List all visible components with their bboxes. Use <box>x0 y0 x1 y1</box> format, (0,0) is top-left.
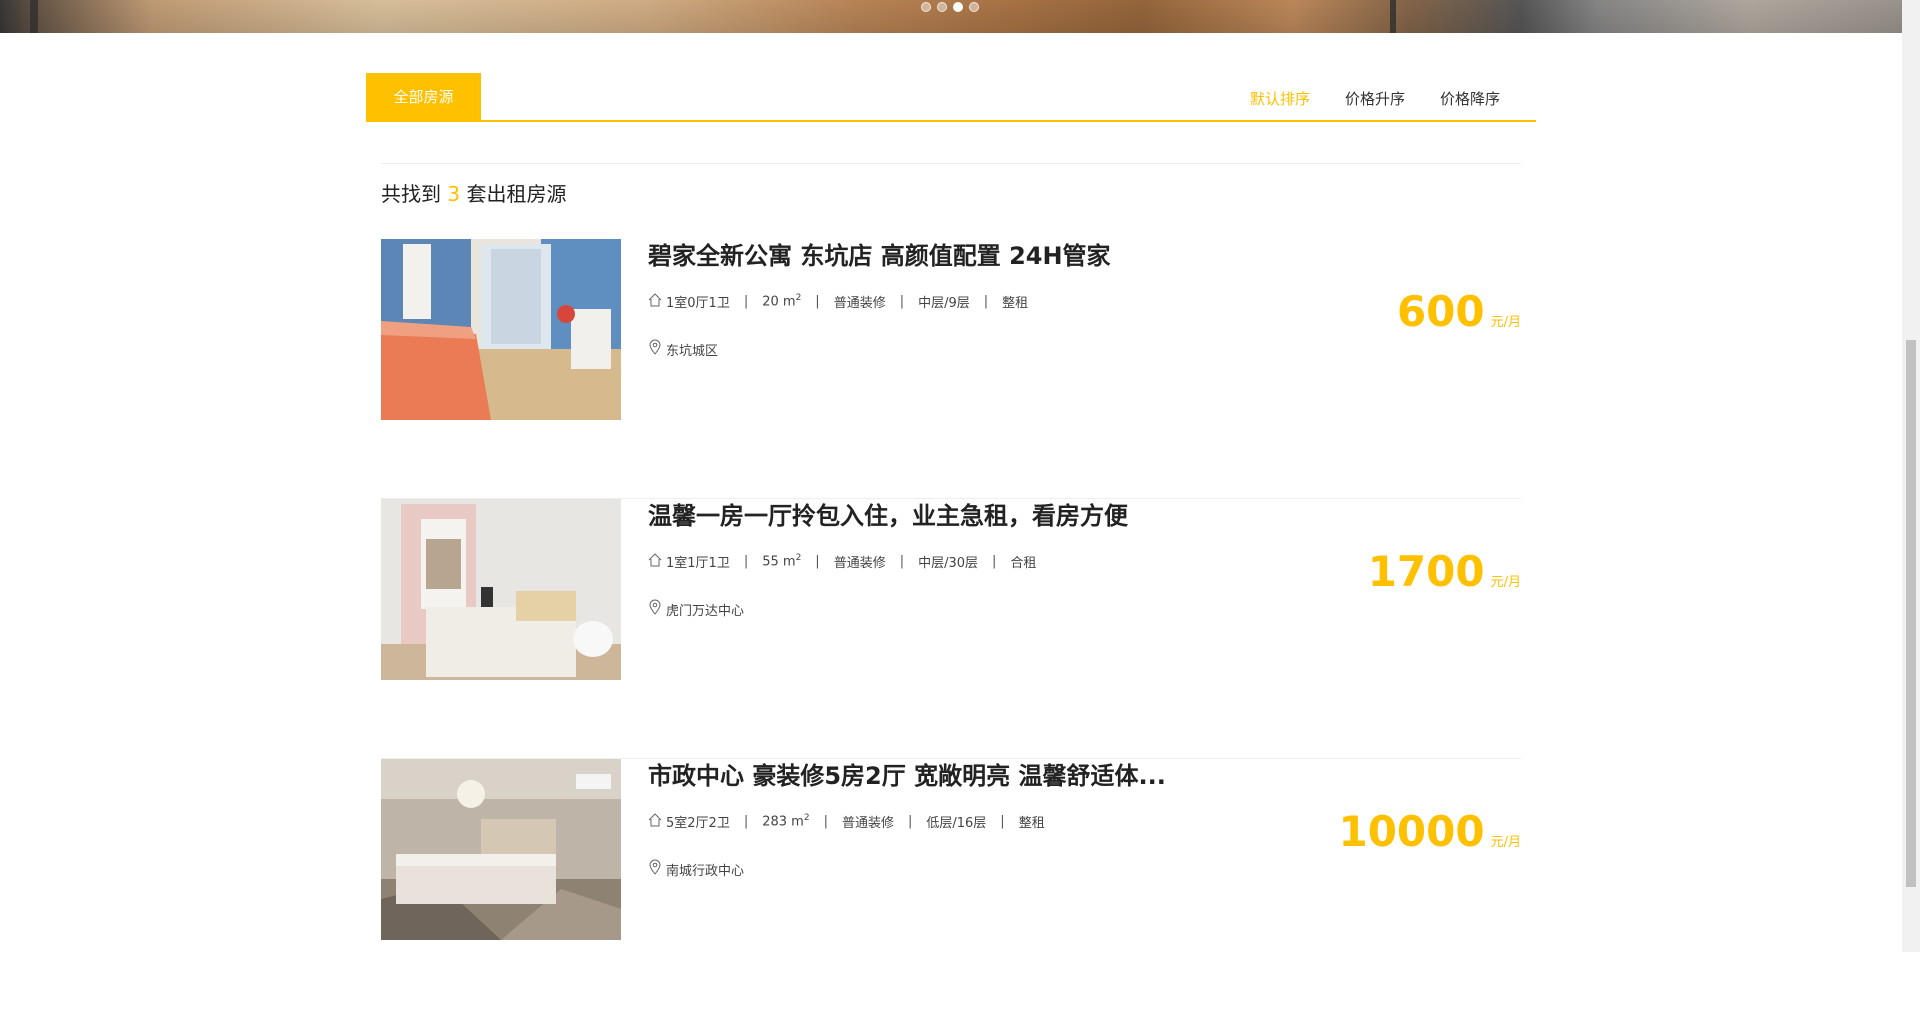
listing-meta: 1室1厅1卫 | 55 m2 | 普通装修 | 中层/30层 | 合租 <box>648 552 1036 571</box>
listing-meta: 5室2厅2卫 | 283 m2 | 普通装修 | 低层/16层 | 整租 <box>648 812 1045 831</box>
slider-dot[interactable] <box>937 2 947 12</box>
location-pin-icon <box>648 859 662 879</box>
listing-rent-type: 整租 <box>1002 296 1029 311</box>
listing-layout: 5室2厅2卫 <box>666 816 730 831</box>
divider: | <box>992 554 997 569</box>
listing-decoration: 普通装修 <box>841 816 894 831</box>
listing-container: 全部房源 默认排序 价格升序 价格降序 共找到 3 套出租房源 碧家全新公寓 东… <box>366 73 1536 940</box>
listing-decoration: 普通装修 <box>833 556 886 571</box>
result-count-number: 3 <box>447 182 461 206</box>
listing-photo[interactable] <box>381 499 621 680</box>
listing-title[interactable]: 市政中心 豪装修5房2厅 宽敞明亮 温馨舒适体... <box>648 756 1166 791</box>
divider: | <box>823 814 828 829</box>
result-count-suffix: 套出租房源 <box>466 182 567 206</box>
result-count-prefix: 共找到 <box>381 182 441 206</box>
listing-location-text: 南城行政中心 <box>666 863 745 879</box>
listing-item[interactable]: 市政中心 豪装修5房2厅 宽敞明亮 温馨舒适体... 5室2厅2卫 | 283 … <box>381 759 1521 1019</box>
listing-floor: 中层/9层 <box>918 296 970 311</box>
price-amount: 600 <box>1396 287 1485 336</box>
sort-options: 默认排序 价格升序 价格降序 <box>1250 88 1500 109</box>
listing-location-text: 东坑城区 <box>666 343 719 359</box>
house-icon <box>648 812 662 831</box>
sort-price-asc[interactable]: 价格升序 <box>1345 88 1405 109</box>
listing-price: 1700 元/月 <box>1368 547 1521 596</box>
listing-layout: 1室0厅1卫 <box>666 296 730 311</box>
listing-title[interactable]: 温馨一房一厅拎包入住，业主急租，看房方便 <box>648 496 1128 531</box>
divider: | <box>1000 814 1005 829</box>
divider: | <box>907 814 913 829</box>
listing-floor: 低层/16层 <box>926 816 987 831</box>
divider: | <box>815 294 820 309</box>
divider: | <box>983 294 989 309</box>
price-unit: 元/月 <box>1490 575 1521 590</box>
listing-area: 20 m2 <box>762 293 802 310</box>
result-count: 共找到 3 套出租房源 <box>381 163 1521 239</box>
listing-price: 600 元/月 <box>1397 287 1521 336</box>
listing-photo[interactable] <box>381 239 621 420</box>
listing-title[interactable]: 碧家全新公寓 东坑店 高颜值配置 24H管家 <box>648 236 1111 271</box>
listing-item[interactable]: 碧家全新公寓 东坑店 高颜值配置 24H管家 1室0厅1卫 | 20 m2 | … <box>381 239 1521 499</box>
listing-location-text: 虎门万达中心 <box>666 603 745 619</box>
listing-location: 东坑城区 <box>648 339 718 359</box>
divider: | <box>815 554 820 569</box>
banner-slider[interactable] <box>0 0 1902 33</box>
divider: | <box>899 294 905 309</box>
banner-decor <box>1390 0 1396 33</box>
listing-item[interactable]: 温馨一房一厅拎包入住，业主急租，看房方便 1室1厅1卫 | 55 m2 | 普通… <box>381 499 1521 759</box>
slider-dot-active[interactable] <box>953 2 963 12</box>
filter-tabbar: 全部房源 默认排序 价格升序 价格降序 <box>366 73 1536 122</box>
page-scrollbar[interactable] <box>1902 0 1920 952</box>
location-pin-icon <box>648 339 662 359</box>
divider: | <box>743 294 749 309</box>
listing-list: 共找到 3 套出租房源 碧家全新公寓 东坑店 高颜值配置 24H管家 1室0厅1… <box>381 163 1521 1019</box>
listing-area: 55 m2 <box>762 553 802 570</box>
divider: | <box>743 554 749 569</box>
sort-default[interactable]: 默认排序 <box>1250 88 1310 109</box>
listing-location: 虎门万达中心 <box>648 599 744 619</box>
listing-photo[interactable] <box>381 759 621 940</box>
house-icon <box>648 292 662 311</box>
slider-dots <box>921 2 979 12</box>
price-amount: 10000 <box>1338 807 1485 856</box>
listing-price: 10000 元/月 <box>1338 807 1521 856</box>
divider: | <box>899 554 905 569</box>
location-pin-icon <box>648 599 662 619</box>
listing-location: 南城行政中心 <box>648 859 744 879</box>
listing-rent-type: 整租 <box>1018 816 1045 831</box>
tab-all-listings[interactable]: 全部房源 <box>366 73 481 122</box>
slider-dot[interactable] <box>969 2 979 12</box>
banner-decor <box>30 0 38 33</box>
listing-decoration: 普通装修 <box>833 296 886 311</box>
scrollbar-thumb[interactable] <box>1906 340 1916 887</box>
listing-layout: 1室1厅1卫 <box>666 556 730 571</box>
price-unit: 元/月 <box>1490 835 1521 850</box>
listing-area: 283 m2 <box>762 813 810 830</box>
sort-price-desc[interactable]: 价格降序 <box>1440 88 1500 109</box>
listing-floor: 中层/30层 <box>918 556 979 571</box>
slider-dot[interactable] <box>921 2 931 12</box>
price-unit: 元/月 <box>1490 315 1521 330</box>
price-amount: 1700 <box>1367 547 1485 596</box>
listing-rent-type: 合租 <box>1010 556 1037 571</box>
divider: | <box>743 814 749 829</box>
house-icon <box>648 552 662 571</box>
listing-meta: 1室0厅1卫 | 20 m2 | 普通装修 | 中层/9层 | 整租 <box>648 292 1028 311</box>
